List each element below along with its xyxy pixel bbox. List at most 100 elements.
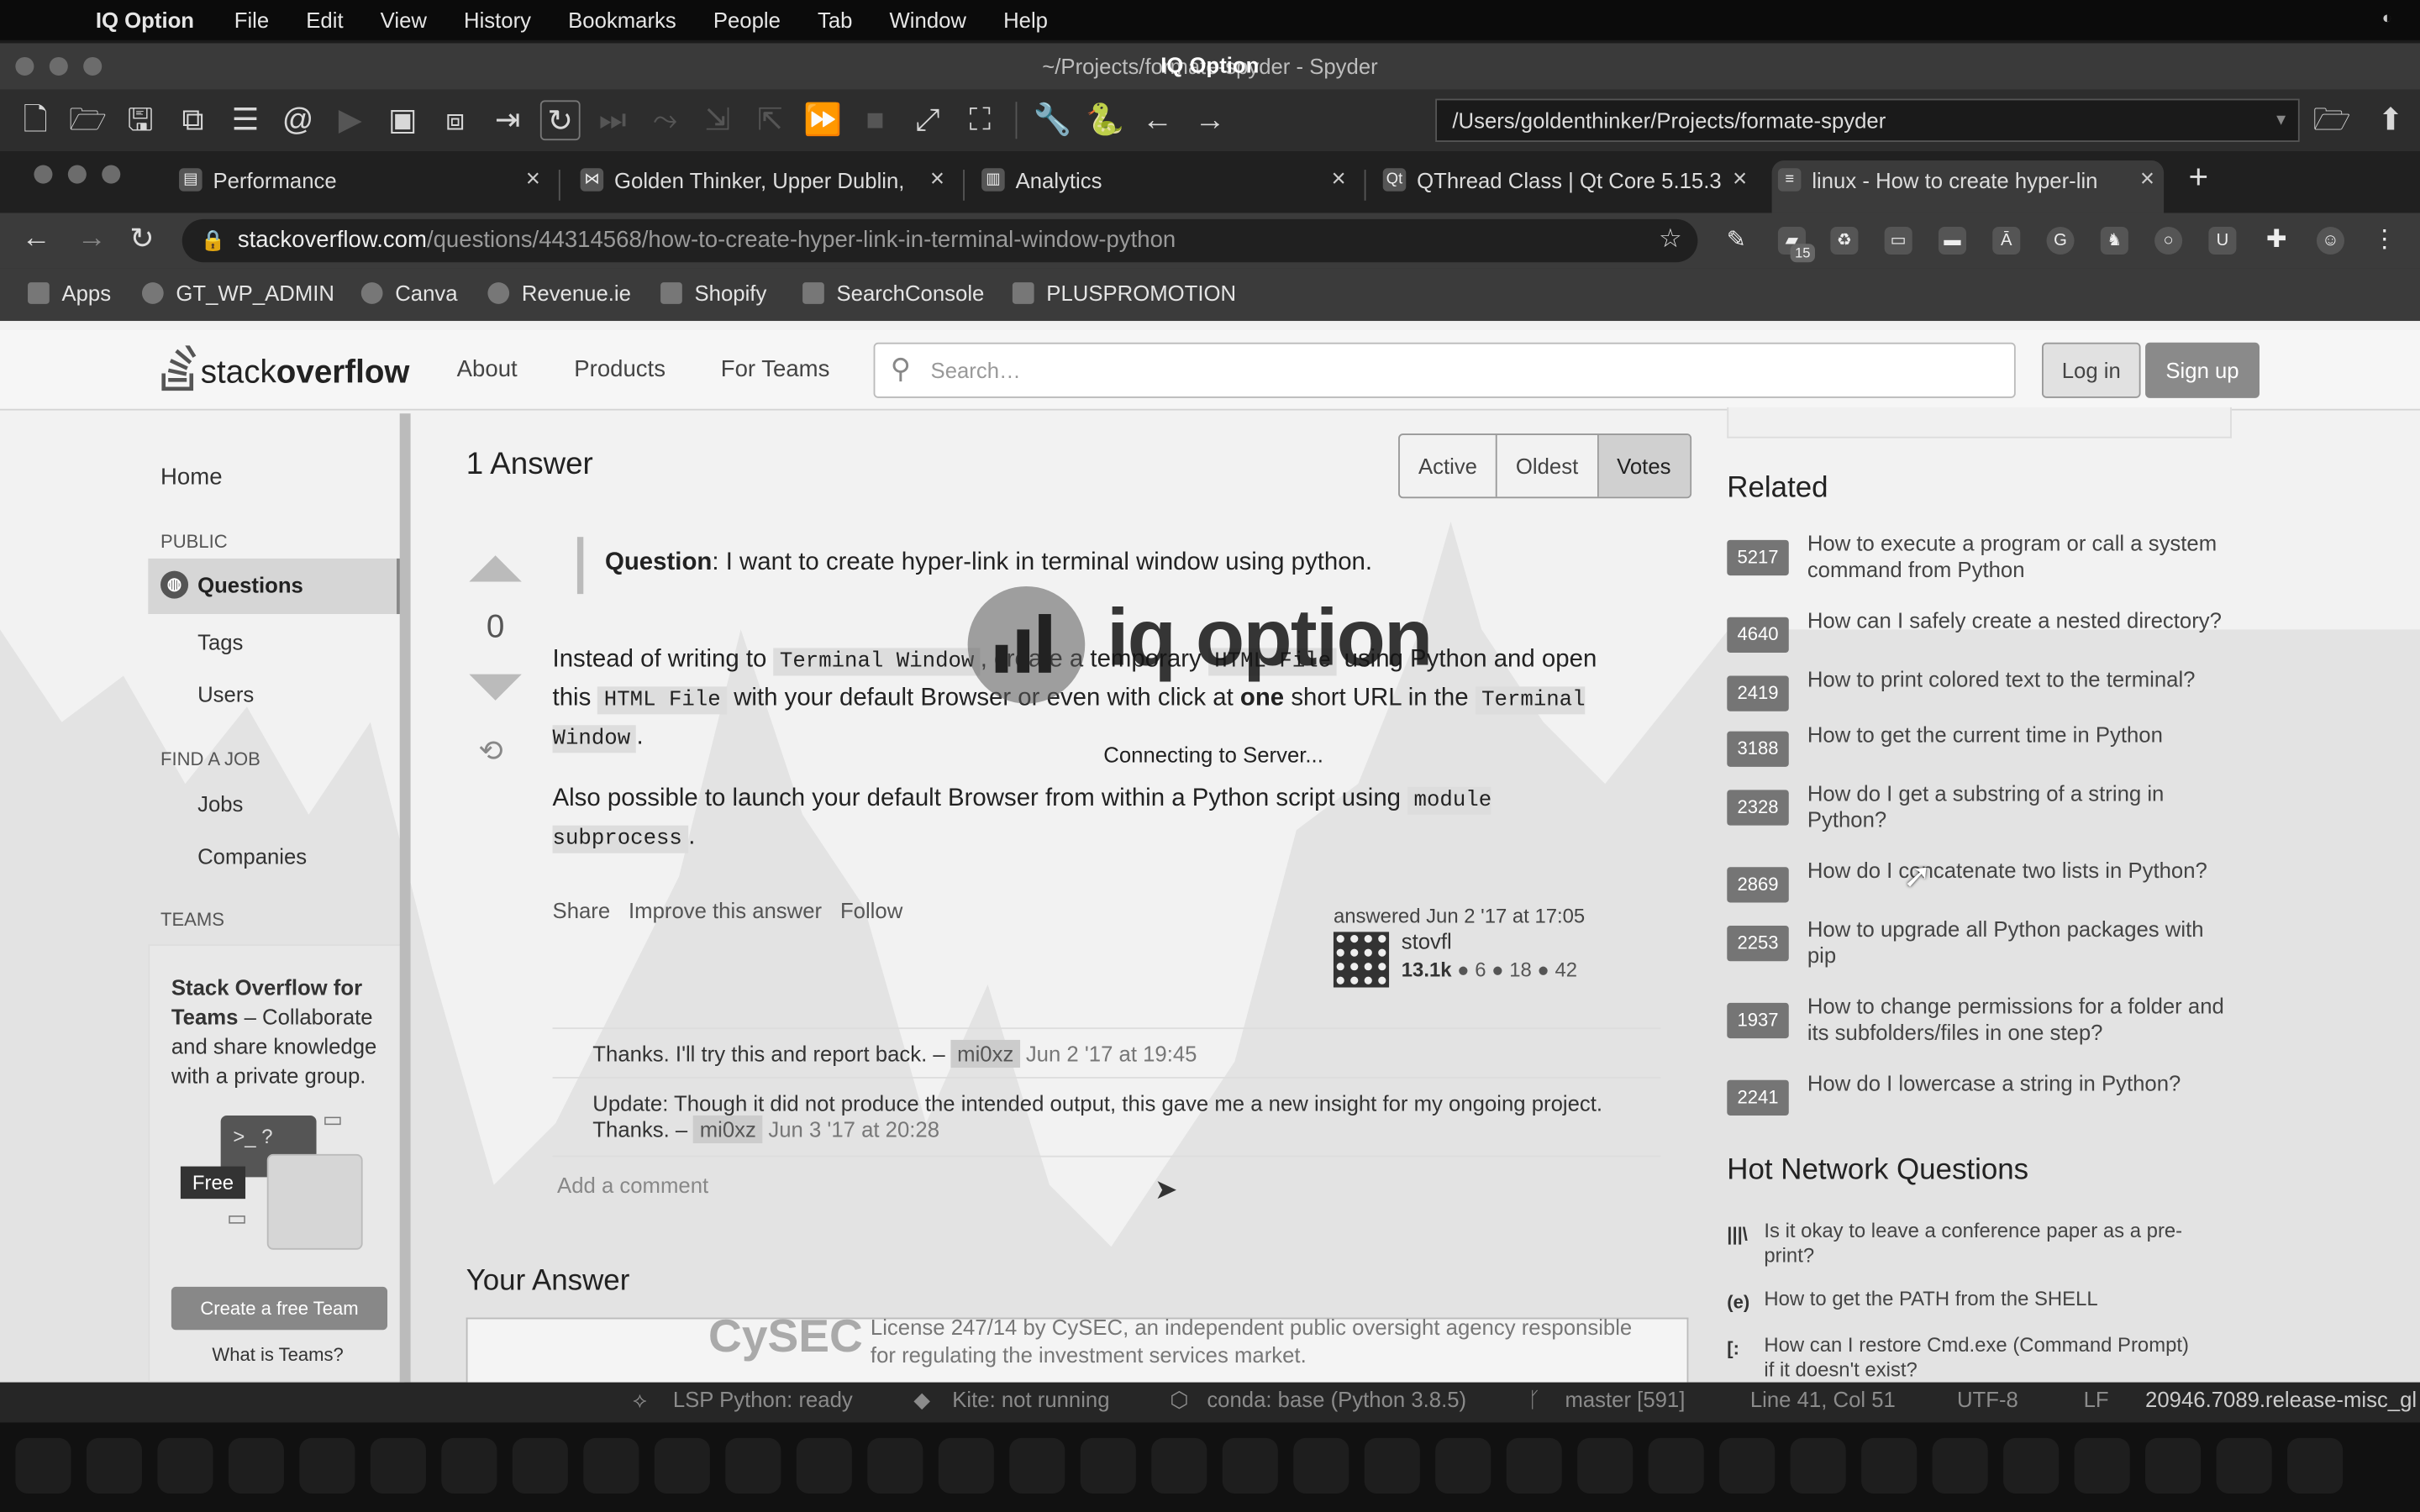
back-arrow-icon[interactable]: ← [1138, 100, 1178, 140]
close-tab-icon[interactable]: × [2140, 160, 2154, 201]
related-question-link[interactable]: How do I concatenate two lists in Python… [1807, 858, 2237, 884]
python-path-icon[interactable]: 🐍 [1085, 100, 1125, 140]
follow-link[interactable]: Follow [840, 898, 902, 922]
browser-menu-icon[interactable]: ⋮ [2370, 227, 2398, 255]
chevron-down-icon[interactable]: ▾ [2276, 108, 2286, 130]
menu-file[interactable]: File [234, 8, 269, 32]
step-icon[interactable]: ⤳ [645, 100, 686, 140]
browse-folder-icon[interactable]: 🗁 [2312, 100, 2352, 140]
nav-users[interactable]: Users [197, 682, 254, 706]
run-cell-advance-icon[interactable]: ⧈ [435, 100, 476, 140]
close-tab-icon[interactable]: × [1331, 160, 1345, 201]
menu-tab[interactable]: Tab [818, 8, 852, 32]
archive-extension-icon[interactable]: ▭ [1884, 227, 1912, 255]
hnq-question-link[interactable]: How to get the PATH from the SHELL [1764, 1287, 2196, 1311]
dock-icon[interactable] [2145, 1437, 2202, 1494]
nav-about[interactable]: About [457, 356, 518, 382]
conda-env[interactable]: conda: base (Python 3.8.5) [1207, 1387, 1466, 1411]
menu-window[interactable]: Window [890, 8, 966, 32]
back-icon[interactable]: ← [22, 222, 51, 255]
browser-minimize-icon[interactable] [67, 165, 87, 184]
browser-close-icon[interactable] [34, 165, 53, 184]
nav-for-teams[interactable]: For Teams [721, 356, 830, 382]
related-question-link[interactable]: How to print colored text to the termina… [1807, 666, 2237, 692]
dock-icon[interactable] [441, 1437, 497, 1494]
save-all-icon[interactable]: ⧉ [173, 100, 213, 140]
search-input[interactable]: ⚲ Search… [873, 342, 2016, 398]
lsp-status[interactable]: LSP Python: ready [673, 1387, 853, 1411]
debug-icon[interactable]: ⏭ [592, 100, 633, 140]
login-button[interactable]: Log in [2042, 342, 2141, 398]
bookmark-searchconsole[interactable]: SearchConsole [802, 281, 984, 306]
dock-icon[interactable] [1932, 1437, 1988, 1494]
nav-products[interactable]: Products [574, 356, 666, 382]
dock-icon[interactable] [86, 1437, 142, 1494]
tab-stackoverflow-active[interactable]: ≡ linux - How to create hyper-lin × [1771, 160, 2165, 213]
hnq-question-link[interactable]: Is it okay to leave a conference paper a… [1764, 1219, 2196, 1268]
rerun-icon[interactable]: ↻ [539, 100, 581, 141]
dock-icon[interactable] [1435, 1437, 1491, 1494]
forward-arrow-icon[interactable]: → [1190, 100, 1230, 140]
puzzle-extensions-icon[interactable]: ✚ [2263, 227, 2291, 255]
dock-icon[interactable] [1577, 1437, 1634, 1494]
improve-answer-link[interactable]: Improve this answer [629, 898, 822, 922]
list-icon[interactable]: ☰ [225, 100, 266, 140]
bookmark-apps[interactable]: Apps [28, 281, 111, 306]
git-branch[interactable]: master [591] [1565, 1387, 1685, 1411]
comment-date[interactable]: Jun 3 '17 at 20:28 [768, 1117, 939, 1142]
reload-icon[interactable]: ↻ [129, 222, 154, 257]
menu-history[interactable]: History [464, 8, 531, 32]
lock-icon[interactable]: 🔒 [201, 228, 226, 253]
run-selection-icon[interactable]: ⇥ [487, 100, 528, 140]
dock-icon[interactable] [796, 1437, 852, 1494]
open-file-icon[interactable]: 🗁 [68, 100, 108, 140]
save-file-icon[interactable]: 🖫 [120, 100, 160, 140]
dock-icon[interactable] [654, 1437, 710, 1494]
working-directory-input[interactable]: /Users/goldenthinker/Projects/formate-sp… [1435, 98, 2300, 142]
related-question-link[interactable]: How to execute a program or call a syste… [1807, 531, 2237, 583]
dock-icon[interactable] [1151, 1437, 1207, 1494]
address-bar[interactable]: 🔒 stackoverflow.com/questions/44314568/h… [182, 218, 1698, 263]
browser-zoom-icon[interactable] [102, 165, 121, 184]
new-file-icon[interactable]: 🗋 [15, 100, 55, 140]
fullscreen-icon[interactable]: ⛶ [960, 100, 1000, 140]
comment-date[interactable]: Jun 2 '17 at 19:45 [1026, 1042, 1197, 1066]
zoom-window-icon[interactable] [83, 56, 103, 76]
menu-edit[interactable]: Edit [306, 8, 343, 32]
related-question-link[interactable]: How do I get a substring of a string in … [1807, 780, 2237, 832]
nav-tags[interactable]: Tags [197, 629, 243, 654]
step-return-icon[interactable]: ⇱ [750, 100, 791, 140]
minimize-window-icon[interactable] [49, 56, 68, 76]
stop-icon[interactable]: ■ [855, 100, 896, 140]
run-cell-icon[interactable]: ▣ [383, 100, 424, 140]
dock-icon[interactable] [299, 1437, 355, 1494]
bookmark-star-icon[interactable]: ☆ [1659, 223, 1682, 255]
dock-icon[interactable] [2003, 1437, 2060, 1494]
related-question-link[interactable]: How do I lowercase a string in Python? [1807, 1071, 2237, 1097]
bookmark-pluspromotion[interactable]: PLUSPROMOTION [1012, 281, 1236, 306]
dock-icon[interactable] [1009, 1437, 1065, 1494]
close-window-icon[interactable] [15, 56, 34, 76]
dock-icon[interactable] [2287, 1437, 2344, 1494]
maximize-pane-icon[interactable]: ⤢ [908, 100, 948, 140]
window-extension-icon[interactable]: ▬ [1938, 227, 1967, 255]
create-team-button[interactable]: Create a free Team [171, 1286, 388, 1331]
share-link[interactable]: Share [553, 898, 611, 922]
preferences-icon[interactable]: 🔧 [1033, 100, 1073, 140]
bookmark-revenue[interactable]: Revenue.ie [487, 281, 631, 306]
kite-status[interactable]: Kite: not running [952, 1387, 1109, 1411]
profile-avatar-icon[interactable]: ☺ [2316, 227, 2345, 255]
nav-companies[interactable]: Companies [197, 844, 307, 869]
dock-icon[interactable] [1719, 1437, 1776, 1494]
sort-votes-button[interactable]: Votes [1598, 434, 1690, 497]
bookmark-shopify[interactable]: Shopify [660, 281, 766, 306]
close-tab-icon[interactable]: × [1733, 160, 1747, 201]
dock-icon[interactable] [583, 1437, 639, 1494]
dock-icon[interactable] [1364, 1437, 1420, 1494]
close-tab-icon[interactable]: × [526, 160, 540, 201]
history-icon[interactable]: ⟲ [478, 734, 502, 769]
new-tab-icon[interactable]: + [2188, 157, 2208, 197]
menu-people[interactable]: People [713, 8, 781, 32]
dock-icon[interactable] [512, 1437, 568, 1494]
nav-home[interactable]: Home [160, 465, 222, 491]
